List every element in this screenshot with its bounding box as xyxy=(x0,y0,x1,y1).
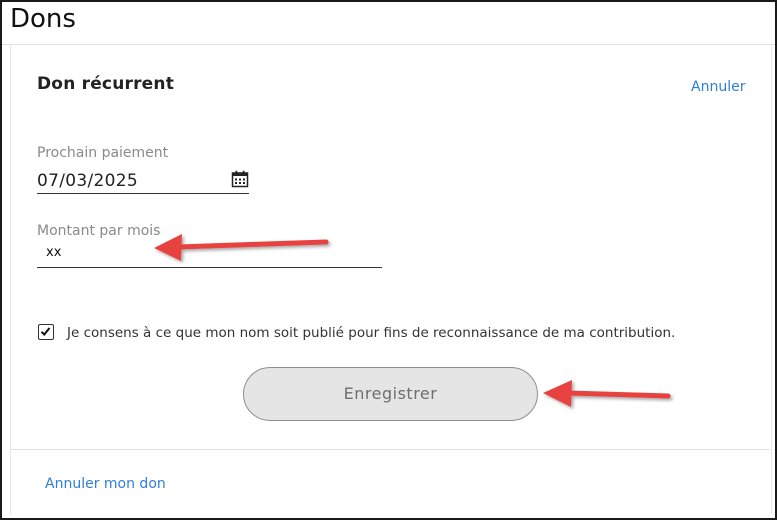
next-payment-label: Prochain paiement xyxy=(37,145,169,161)
save-button[interactable]: Enregistrer xyxy=(243,367,538,421)
page-header: Dons xyxy=(2,2,775,45)
calendar-icon[interactable] xyxy=(231,170,249,188)
checkmark-icon xyxy=(40,327,51,336)
cancel-donation-link[interactable]: Annuler mon don xyxy=(45,476,166,492)
monthly-amount-field[interactable] xyxy=(37,243,382,268)
page-title: Dons xyxy=(10,4,76,34)
next-payment-value[interactable]: 07/03/2025 xyxy=(37,171,138,191)
next-payment-field[interactable]: 07/03/2025 xyxy=(37,167,249,194)
consent-text: Je consens à ce que mon nom soit publié … xyxy=(67,325,676,341)
monthly-amount-input[interactable] xyxy=(46,245,366,260)
monthly-amount-label: Montant par mois xyxy=(37,223,161,239)
card-footer-divider xyxy=(11,449,770,450)
cancel-link[interactable]: Annuler xyxy=(691,79,745,95)
recurring-donation-card xyxy=(10,44,772,514)
consent-checkbox[interactable] xyxy=(38,324,54,340)
card-title: Don récurrent xyxy=(37,74,175,94)
